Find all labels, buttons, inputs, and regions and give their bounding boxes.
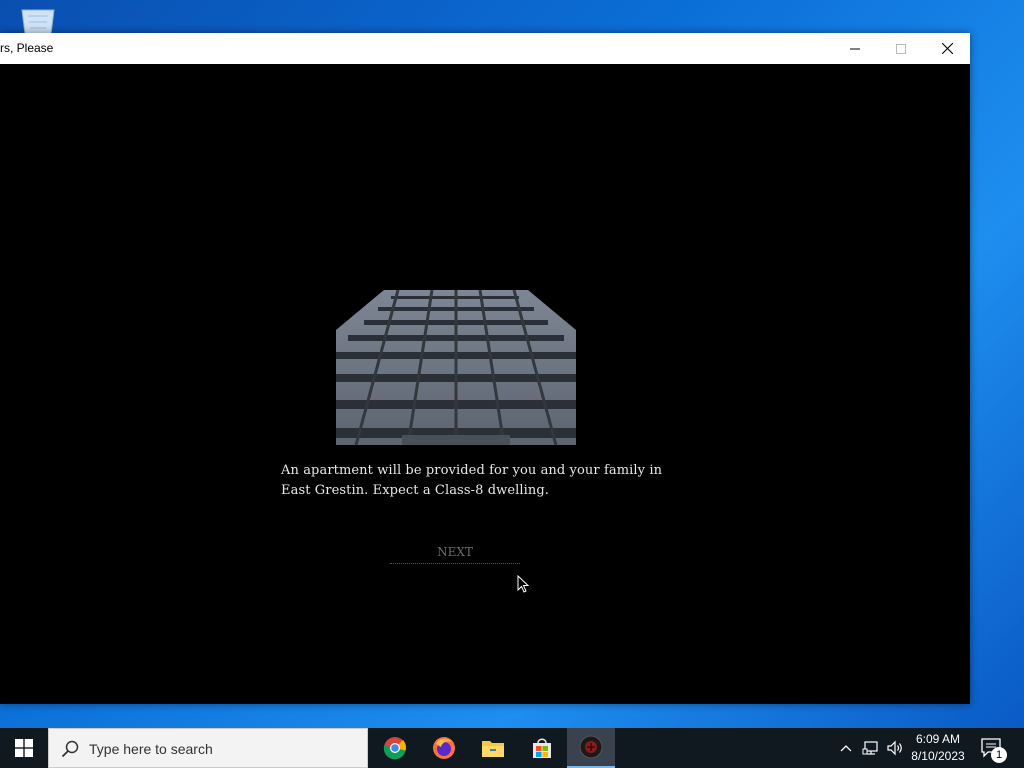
search-box[interactable]: Type here to search: [48, 728, 368, 768]
taskbar-app-microsoft-store[interactable]: [518, 728, 566, 768]
minimize-icon: [850, 48, 860, 49]
taskbar-app-file-explorer[interactable]: [469, 728, 517, 768]
close-icon: [941, 43, 953, 54]
title-bar[interactable]: rs, Please: [0, 33, 970, 65]
notification-count-badge: 1: [991, 747, 1007, 763]
search-placeholder: Type here to search: [89, 741, 213, 757]
apartment-building-image: [336, 290, 576, 445]
chrome-icon: [383, 737, 406, 760]
next-button[interactable]: NEXT: [390, 545, 520, 564]
firefox-icon: [433, 737, 455, 759]
maximize-icon: [896, 43, 906, 54]
desktop: rs, Please An apartment will be provided…: [0, 0, 1024, 728]
system-clock[interactable]: 6:09 AM 8/10/2023: [908, 731, 968, 765]
network-icon[interactable]: [862, 739, 880, 757]
recycle-bin-icon[interactable]: [18, 8, 58, 34]
taskbar-app-chrome[interactable]: [371, 728, 419, 768]
game-viewport[interactable]: An apartment will be provided for you an…: [0, 64, 970, 704]
show-hidden-icons-chevron-icon[interactable]: [838, 740, 854, 756]
clock-time: 6:09 AM: [915, 732, 961, 746]
start-button[interactable]: [0, 728, 48, 768]
search-icon: [61, 740, 79, 758]
message-line-1: An apartment will be provided for you an…: [281, 463, 663, 478]
volume-icon[interactable]: [886, 739, 904, 757]
message-line-2: East Grestin. Expect a Class-8 dwelling.: [281, 483, 550, 498]
file-explorer-icon: [482, 741, 504, 757]
taskbar: Type here to search 6:09 AM 8/10/2023: [0, 728, 1024, 768]
clock-date: 8/10/2023: [911, 749, 965, 763]
taskbar-app-firefox[interactable]: [420, 728, 468, 768]
windows-logo-icon: [15, 739, 33, 757]
microsoft-store-icon: [533, 738, 551, 758]
maximize-button[interactable]: [878, 33, 924, 64]
papers-please-icon: [579, 735, 603, 759]
mouse-cursor-icon: [517, 575, 529, 593]
taskbar-app-papers-please[interactable]: [567, 728, 615, 768]
dialog-message: An apartment will be provided for you an…: [281, 461, 663, 501]
game-window: rs, Please An apartment will be provided…: [0, 33, 970, 704]
close-button[interactable]: [924, 33, 970, 64]
window-title: rs, Please: [0, 41, 54, 55]
minimize-button[interactable]: [832, 33, 878, 64]
